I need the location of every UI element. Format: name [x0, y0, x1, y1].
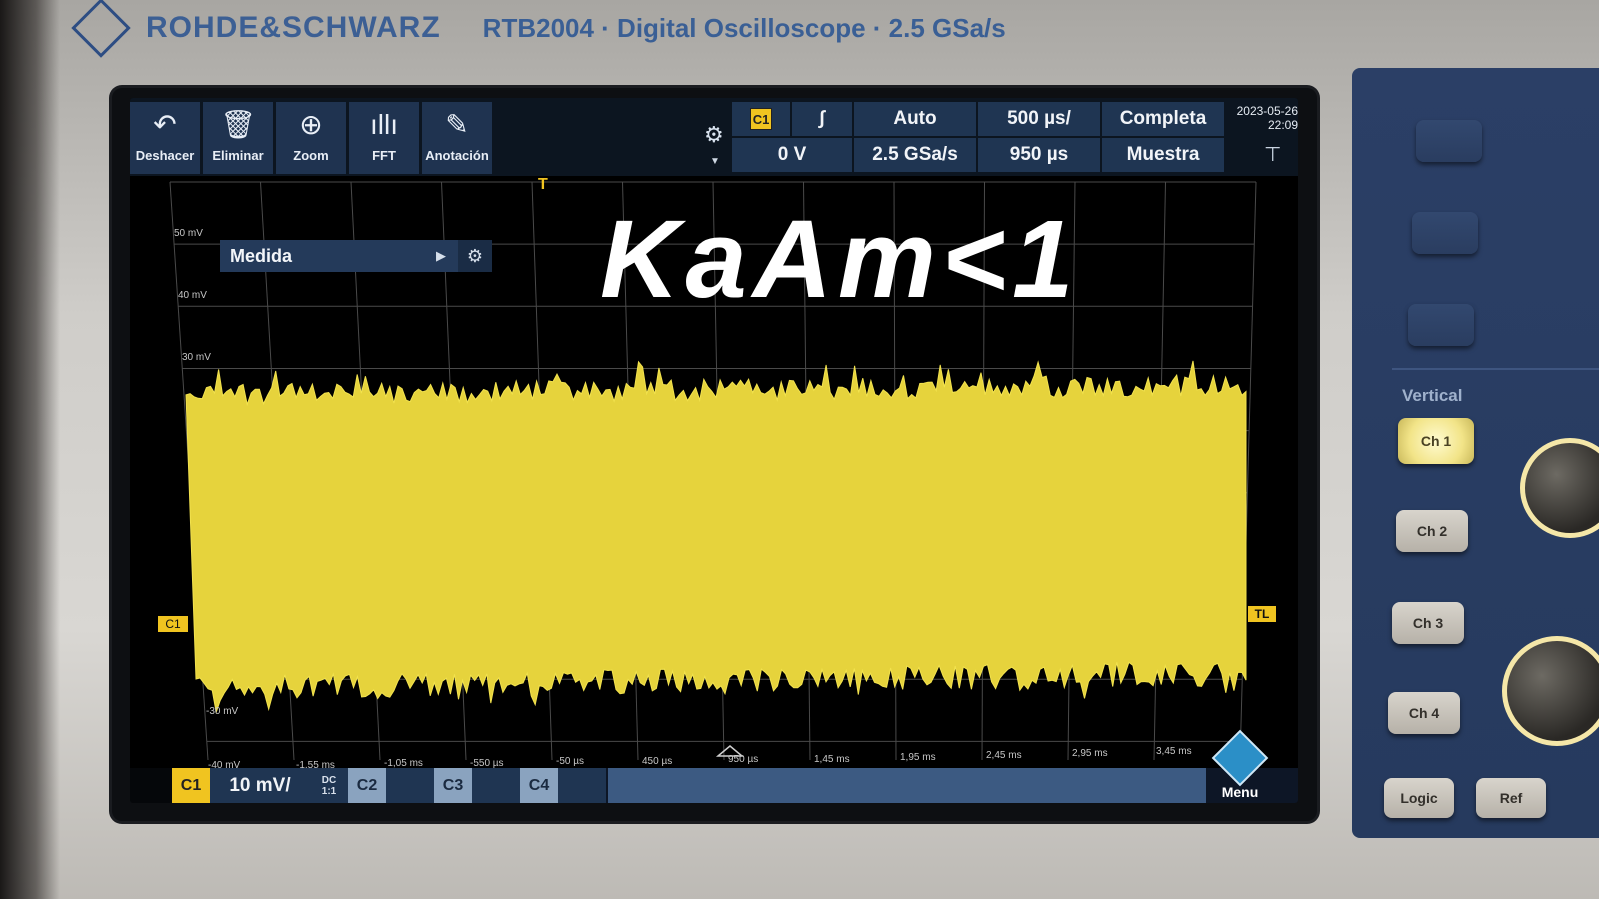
- zoom-hw-button[interactable]: [1416, 120, 1482, 162]
- annotation-button[interactable]: ✎ Anotación: [422, 102, 492, 174]
- brand-logo-icon: [71, 0, 131, 58]
- rising-edge-icon: ∫: [819, 108, 825, 129]
- acq-type[interactable]: Muestra: [1102, 138, 1224, 172]
- gear-icon[interactable]: ⚙: [458, 240, 492, 272]
- ch4-hw-button[interactable]: Ch 4: [1388, 692, 1460, 734]
- ch2-hw-button[interactable]: Ch 2: [1396, 510, 1468, 552]
- channel-3-tab[interactable]: C3: [434, 768, 472, 803]
- measure-panel[interactable]: Medida ▶ ⚙: [220, 240, 492, 272]
- datetime: 2023-05-26 22:09: [1226, 104, 1298, 132]
- channel-bar-spacer: [608, 768, 1206, 803]
- undo-label: Deshacer: [135, 148, 195, 163]
- channel-1-trace: [185, 360, 1247, 715]
- x-label: 1,45 ms: [814, 754, 850, 765]
- channel-2-tab[interactable]: C2: [348, 768, 386, 803]
- horizontal-hw-button[interactable]: [1412, 212, 1478, 254]
- x-label: 2,95 ms: [1072, 748, 1108, 759]
- channel-2-info[interactable]: [386, 768, 434, 803]
- x-label: 450 µs: [642, 756, 673, 767]
- coupling-label: DC: [321, 774, 337, 786]
- acquisition-hw-button[interactable]: [1408, 304, 1474, 346]
- fft-icon: ıllı: [370, 109, 398, 140]
- ref-hw-button[interactable]: Ref: [1476, 778, 1546, 818]
- channel-1-scale[interactable]: 10 mV/: [210, 768, 310, 803]
- network-icon[interactable]: ⊤: [1264, 142, 1281, 167]
- undo-icon: ↶: [153, 109, 177, 140]
- channel-1-tab[interactable]: C1: [172, 768, 210, 803]
- zoom-label: Zoom: [293, 148, 329, 163]
- y-label-40mv: 40 mV: [178, 290, 207, 301]
- rs-logo-icon: [1211, 729, 1269, 787]
- delete-label: Eliminar: [212, 148, 264, 163]
- annotation-label: Anotación: [425, 148, 489, 163]
- acq-mode[interactable]: Completa: [1102, 102, 1224, 136]
- brand-bar: ROHDE&SCHWARZ RTB2004 · Digital Oscillos…: [71, 0, 1006, 58]
- zoom-icon: ⊕: [299, 109, 323, 140]
- trigger-position-marker[interactable]: T: [538, 176, 548, 194]
- divider: [1392, 368, 1599, 370]
- screen: ↶ Deshacer 🗑 Eliminar ⊕ Zoom ıllı FFT ✎ …: [130, 98, 1298, 803]
- time-offset[interactable]: 950 µs: [978, 138, 1100, 172]
- y-label-30mv: 30 mV: [182, 352, 211, 363]
- ch1-hw-button[interactable]: Ch 1: [1398, 418, 1474, 464]
- logic-hw-button[interactable]: Logic: [1384, 778, 1454, 818]
- channel-4-tab[interactable]: C4: [520, 768, 558, 803]
- time-scale[interactable]: 500 µs/: [978, 102, 1100, 136]
- measure-label: Medida: [230, 245, 293, 266]
- menu-button[interactable]: Menu: [1210, 729, 1270, 800]
- fft-button[interactable]: ıllı FFT: [349, 102, 419, 174]
- trigger-mode[interactable]: Auto: [854, 102, 976, 136]
- date: 2023-05-26: [1236, 104, 1298, 118]
- y-label-m30mv: -30 mV: [206, 706, 239, 717]
- control-panel: Vertical Ch 1 Ch 2 Ch 3 Ch 4 Logic Ref: [1352, 68, 1599, 838]
- trigger-slope-cell[interactable]: ∫: [792, 102, 852, 136]
- pencil-icon: ✎: [445, 109, 469, 140]
- scale-knob[interactable]: [1502, 636, 1599, 746]
- screen-frame: ↶ Deshacer 🗑 Eliminar ⊕ Zoom ıllı FFT ✎ …: [112, 88, 1317, 821]
- sample-rate[interactable]: 2.5 GSa/s: [854, 138, 976, 172]
- x-label: 2,45 ms: [986, 750, 1022, 761]
- x-label: 1,95 ms: [900, 752, 936, 763]
- channel-3-info[interactable]: [472, 768, 520, 803]
- channel-1-offset-marker[interactable]: C1: [158, 616, 188, 632]
- vertical-section-title: Vertical: [1402, 386, 1463, 405]
- shadow: [0, 0, 60, 899]
- chevron-down-icon[interactable]: ▼: [710, 156, 720, 167]
- menu-label: Menu: [1221, 784, 1259, 800]
- model-text: RTB2004 · Digital Oscilloscope · 2.5 GSa…: [482, 12, 1006, 43]
- toolbar: ↶ Deshacer 🗑 Eliminar ⊕ Zoom ıllı FFT ✎ …: [130, 98, 1298, 176]
- trigger-level-marker[interactable]: TL: [1248, 606, 1276, 622]
- brand-name: ROHDE&SCHWARZ: [146, 11, 441, 44]
- ch3-hw-button[interactable]: Ch 3: [1392, 602, 1464, 644]
- y-label-50mv: 50 mV: [174, 228, 203, 239]
- position-knob[interactable]: [1520, 438, 1599, 538]
- time: 22:09: [1267, 118, 1298, 132]
- delete-button[interactable]: 🗑 Eliminar: [203, 102, 273, 174]
- play-arrow-icon[interactable]: ▶: [436, 248, 446, 264]
- handwritten-annotation: KaAm<1: [600, 198, 1080, 321]
- waveform-display[interactable]: 50 mV 40 mV 30 mV -30 mV -40 mV -1,55 ms…: [130, 176, 1298, 771]
- gear-icon[interactable]: ⚙: [704, 122, 724, 148]
- trigger-source: C1: [750, 108, 772, 130]
- x-label: 3,45 ms: [1156, 746, 1192, 757]
- channel-4-info[interactable]: [558, 768, 606, 803]
- trash-icon: 🗑: [220, 109, 256, 140]
- x-label: -50 µs: [556, 756, 584, 767]
- zoom-button[interactable]: ⊕ Zoom: [276, 102, 346, 174]
- channel-bar: C1 10 mV/ DC 1:1 C2 C3 C4: [172, 768, 1298, 803]
- channel-1-coupling[interactable]: DC 1:1: [310, 768, 348, 803]
- fft-label: FFT: [372, 148, 396, 163]
- x-label: 950 µs: [728, 754, 759, 765]
- probe-ratio: 1:1: [321, 785, 337, 797]
- undo-button[interactable]: ↶ Deshacer: [130, 102, 200, 174]
- trigger-level[interactable]: 0 V: [732, 138, 852, 172]
- trigger-source-cell[interactable]: C1: [732, 102, 790, 136]
